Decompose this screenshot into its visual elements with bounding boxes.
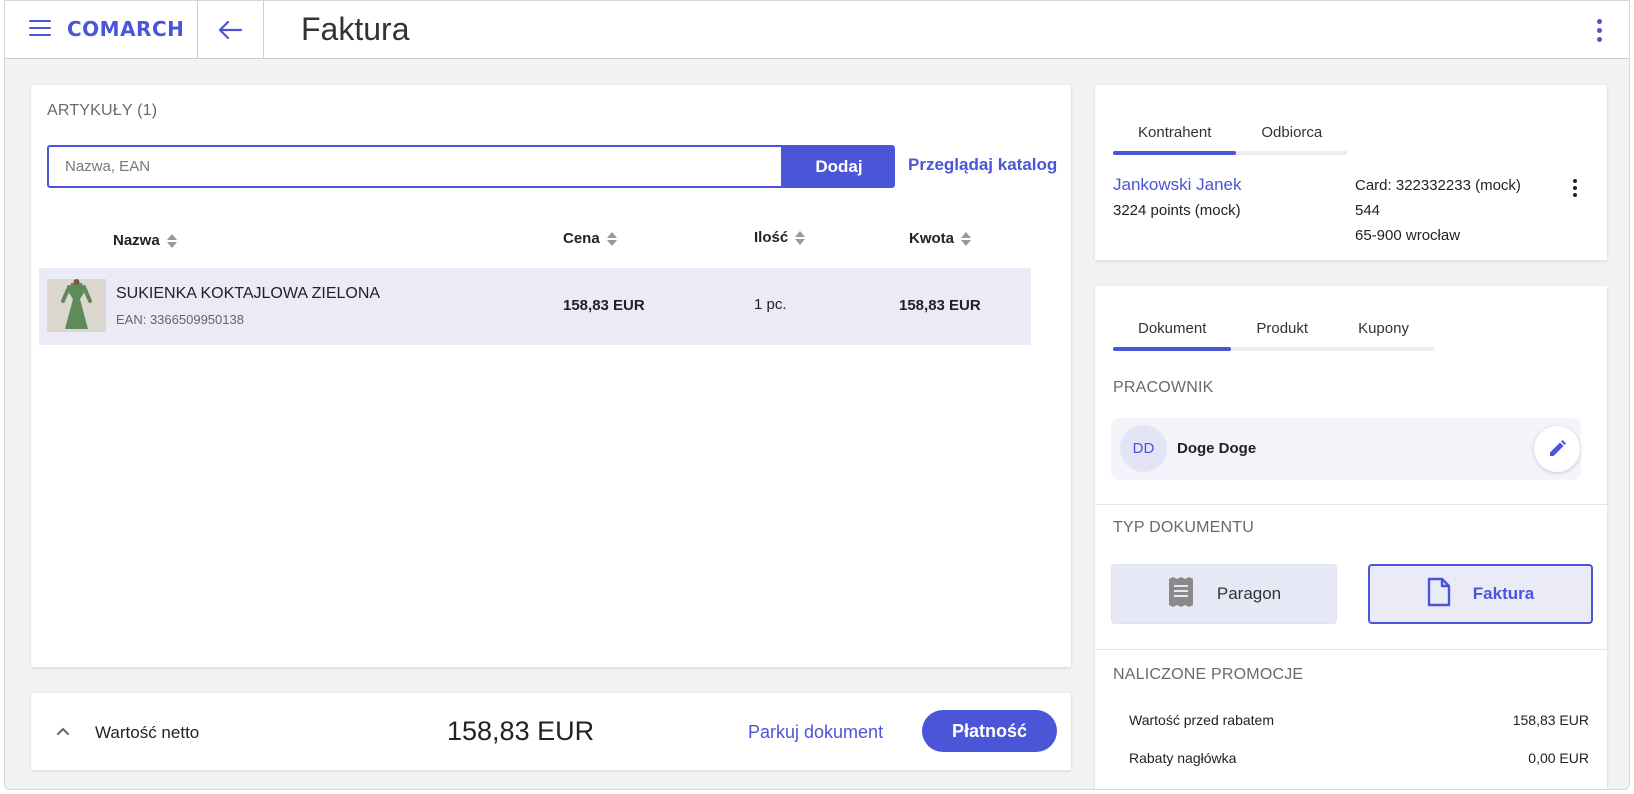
customer-card-number: Card: 322332233 (mock) bbox=[1355, 177, 1521, 194]
divider bbox=[197, 1, 198, 59]
app-window: COMARCH Faktura ARTYKUŁY (1) Dodaj Przeg… bbox=[4, 0, 1630, 790]
tab-coupons[interactable]: Kupony bbox=[1333, 309, 1434, 347]
more-vert-icon[interactable] bbox=[1587, 17, 1611, 43]
summary-bar: Wartość netto 158,83 EUR Parkuj dokument… bbox=[31, 693, 1071, 770]
menu-icon[interactable] bbox=[29, 20, 51, 38]
table-row[interactable]: SUKIENKA KOKTAJLOWA ZIELONA EAN: 3366509… bbox=[39, 268, 1031, 345]
more-vert-icon[interactable] bbox=[1567, 177, 1583, 199]
product-ean: EAN: 3366509950138 bbox=[116, 312, 244, 327]
document-tabs: Dokument Produkt Kupony bbox=[1113, 309, 1434, 351]
column-header-label: Kwota bbox=[909, 230, 954, 247]
top-bar: COMARCH Faktura bbox=[5, 1, 1629, 59]
customer-tabs: Kontrahent Odbiorca bbox=[1113, 113, 1348, 155]
faktura-label: Faktura bbox=[1472, 584, 1535, 603]
customer-points: 3224 points (mock) bbox=[1113, 202, 1241, 219]
receipt-icon bbox=[1167, 576, 1195, 612]
employee-caption: PRACOWNIK bbox=[1113, 379, 1214, 396]
avatar: DD bbox=[1120, 425, 1167, 472]
tab-recipient[interactable]: Odbiorca bbox=[1236, 113, 1347, 151]
product-price: 158,83 EUR bbox=[563, 297, 645, 314]
page-title: Faktura bbox=[301, 11, 410, 47]
customer-name-link[interactable]: Jankowski Janek bbox=[1113, 175, 1242, 195]
paragon-label: Paragon bbox=[1216, 584, 1282, 603]
faktura-button[interactable]: Faktura bbox=[1368, 564, 1593, 624]
chevron-up-icon[interactable] bbox=[55, 723, 71, 739]
divider bbox=[1095, 649, 1607, 650]
brand-logo: COMARCH bbox=[67, 17, 185, 41]
employee-box: DD Doge Doge bbox=[1111, 418, 1581, 480]
promotion-row: Rabaty nagłówka 0,00 EUR bbox=[1129, 750, 1589, 766]
divider bbox=[263, 1, 264, 59]
payment-button[interactable]: Płatność bbox=[922, 710, 1057, 752]
document-panel: Dokument Produkt Kupony PRACOWNIK DD Dog… bbox=[1095, 286, 1607, 789]
product-quantity: 1 pc. bbox=[754, 296, 787, 313]
articles-caption: ARTYKUŁY (1) bbox=[47, 102, 158, 119]
column-header-label: Nazwa bbox=[113, 232, 160, 249]
customer-panel: Kontrahent Odbiorca Jankowski Janek 3224… bbox=[1095, 85, 1607, 260]
paragon-button[interactable]: Paragon bbox=[1111, 564, 1337, 624]
customer-address-line1: 544 bbox=[1355, 202, 1381, 219]
customer-address-line2: 65-900 wrocław bbox=[1355, 227, 1461, 244]
document-icon bbox=[1427, 577, 1451, 612]
column-header-label: Ilość bbox=[754, 229, 789, 246]
promotions-caption: NALICZONE PROMOCJE bbox=[1113, 666, 1304, 683]
promotion-value: 158,83 EUR bbox=[1512, 712, 1589, 728]
column-header-price[interactable]: Cena bbox=[563, 230, 617, 247]
promotion-row: Wartość przed rabatem 158,83 EUR bbox=[1129, 712, 1589, 728]
browse-catalog-link[interactable]: Przeglądaj katalog bbox=[908, 155, 1057, 175]
tab-document[interactable]: Dokument bbox=[1113, 309, 1232, 351]
column-header-amount[interactable]: Kwota bbox=[909, 230, 971, 247]
divider bbox=[1095, 504, 1607, 505]
promotion-label: Rabaty nagłówka bbox=[1129, 750, 1237, 766]
sort-icon bbox=[961, 231, 971, 246]
net-value: 158,83 EUR bbox=[447, 716, 595, 746]
product-thumbnail bbox=[47, 279, 106, 332]
sort-icon bbox=[166, 233, 177, 248]
column-header-name[interactable]: Nazwa bbox=[113, 232, 177, 249]
articles-panel: ARTYKUŁY (1) Dodaj Przeglądaj katalog Na… bbox=[31, 85, 1071, 667]
product-amount: 158,83 EUR bbox=[899, 297, 981, 314]
search-input[interactable] bbox=[47, 145, 783, 188]
employee-name: Doge Doge bbox=[1177, 440, 1257, 457]
tab-product[interactable]: Produkt bbox=[1231, 309, 1333, 347]
promotion-value: 0,00 EUR bbox=[1528, 750, 1589, 766]
arrow-left-icon[interactable] bbox=[215, 15, 245, 45]
product-name: SUKIENKA KOKTAJLOWA ZIELONA bbox=[116, 285, 381, 302]
column-header-quantity[interactable]: Ilość bbox=[754, 229, 806, 246]
sort-icon bbox=[795, 230, 806, 245]
park-document-link[interactable]: Parkuj dokument bbox=[748, 722, 883, 743]
customer-info: Card: 322332233 (mock) 544 65-900 wrocła… bbox=[1355, 173, 1521, 248]
net-value-label: Wartość netto bbox=[95, 723, 200, 742]
sort-icon bbox=[606, 231, 617, 246]
document-type-caption: TYP DOKUMENTU bbox=[1113, 519, 1254, 536]
column-header-label: Cena bbox=[563, 230, 600, 247]
promotion-label: Wartość przed rabatem bbox=[1129, 712, 1274, 728]
pencil-icon[interactable] bbox=[1534, 426, 1580, 472]
tab-contractor[interactable]: Kontrahent bbox=[1113, 113, 1237, 155]
add-button[interactable]: Dodaj bbox=[783, 145, 895, 188]
